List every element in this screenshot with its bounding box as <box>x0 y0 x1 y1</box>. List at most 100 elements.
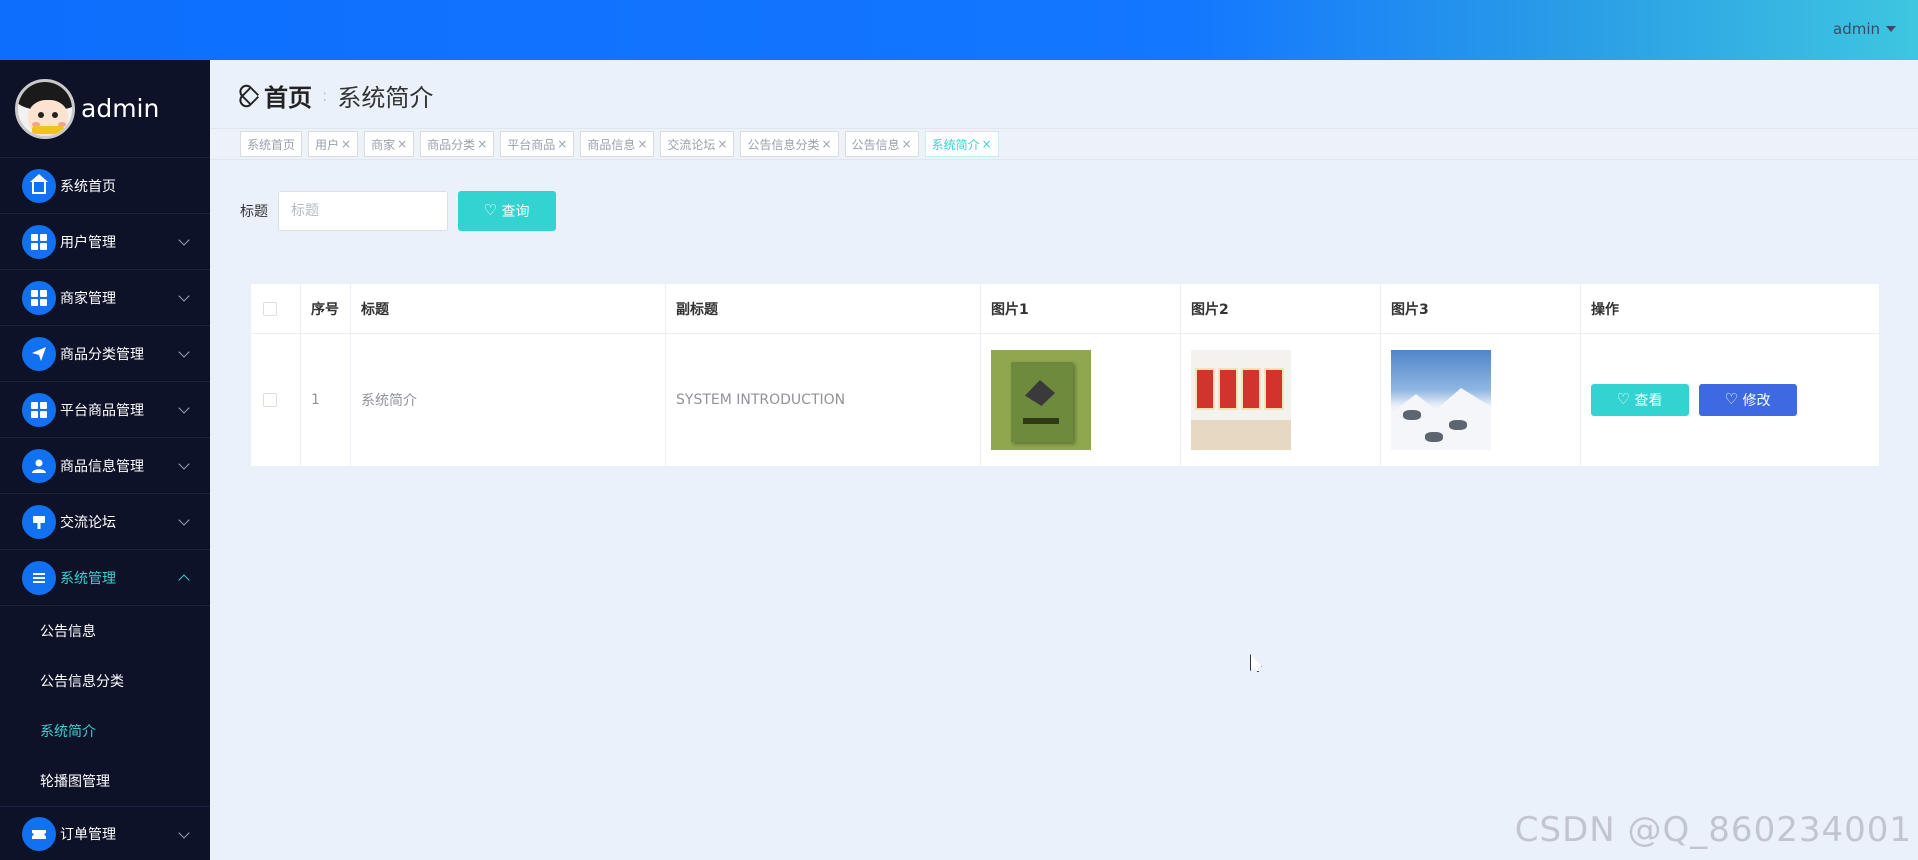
tab-label: 交流论坛 <box>667 137 716 152</box>
tab-users[interactable]: 用户 × <box>308 131 359 157</box>
sidebar-subitem-carousel[interactable]: 轮播图管理 <box>0 756 210 806</box>
select-all-cell <box>251 284 301 333</box>
select-cell <box>251 334 301 466</box>
sidebar-item-home[interactable]: 系统首页 <box>0 158 210 214</box>
ticket-icon <box>22 817 56 851</box>
top-bar: admin <box>0 0 1918 60</box>
close-icon[interactable]: × <box>902 137 912 151</box>
view-button-label: 查看 <box>1634 393 1663 409</box>
image2-thumbnail[interactable] <box>1191 350 1291 450</box>
close-icon[interactable]: × <box>822 137 832 151</box>
table-row: 1 系统简介 SYSTEM INTRODUCTION ♡ 查看 ♡ 修改 <box>251 334 1879 466</box>
sidebar: admin 系统首页 用户管理 商家管理 商品分类管理 平台商品管理 商品信息管… <box>0 60 210 860</box>
tab-system-home[interactable]: 系统首页 <box>240 131 303 157</box>
tab-categories[interactable]: 商品分类 × <box>420 131 495 157</box>
tab-forum[interactable]: 交流论坛 × <box>660 131 735 157</box>
sidebar-subitem-announcement-categories[interactable]: 公告信息分类 <box>0 656 210 706</box>
actions-cell: 查看 修改 <box>1581 334 1879 466</box>
row-checkbox[interactable] <box>263 393 277 407</box>
sidebar-item-forum[interactable]: 交流论坛 <box>0 494 210 550</box>
close-icon[interactable]: × <box>341 137 351 151</box>
user-icon <box>22 448 56 483</box>
tab-announcement-categories[interactable]: 公告信息分类 × <box>740 131 839 157</box>
profile-name: admin <box>81 94 160 123</box>
image1-thumbnail[interactable] <box>991 350 1091 450</box>
edit-button[interactable]: 修改 <box>1699 384 1797 416</box>
search-bar: 标题 查询 <box>240 191 556 231</box>
close-icon[interactable]: × <box>557 137 567 151</box>
sidebar-item-label: 商品分类管理 <box>60 346 144 363</box>
search-label: 标题 <box>240 204 268 220</box>
close-icon[interactable]: × <box>637 137 647 151</box>
tab-label: 商品分类 <box>427 137 476 152</box>
sidebar-item-system[interactable]: 系统管理 <box>0 550 210 606</box>
column-header: 图片3 <box>1381 284 1581 333</box>
image1-cell <box>981 334 1181 466</box>
grid-icon <box>22 280 56 315</box>
user-menu[interactable]: admin <box>1833 20 1896 38</box>
sidebar-subitem-system-intro[interactable]: 系统简介 <box>0 706 210 756</box>
chevron-down-icon <box>178 458 190 470</box>
heart-icon <box>1725 390 1738 408</box>
heart-icon <box>1617 390 1630 408</box>
tab-label: 用户 <box>315 137 340 152</box>
sidebar-item-label: 商家管理 <box>60 290 116 307</box>
breadcrumb-separator: : <box>322 86 328 105</box>
column-header: 操作 <box>1591 301 1619 318</box>
chevron-down-icon <box>178 234 190 246</box>
tab-label: 公告信息 <box>851 137 900 152</box>
tab-product-info[interactable]: 商品信息 × <box>580 131 655 157</box>
close-icon[interactable]: × <box>397 137 407 151</box>
tab-bar: 系统首页 用户 × 商家 × 商品分类 × 平台商品 × 商品信息 × 交流论坛 × 公告信… <box>210 128 1918 160</box>
row-index: 1 <box>301 334 351 466</box>
tab-system-intro[interactable]: 系统简介 × <box>924 131 999 157</box>
breadcrumb-current: 系统简介 <box>337 84 434 112</box>
tab-announcements[interactable]: 公告信息 × <box>844 131 919 157</box>
sidebar-subitem-announcements[interactable]: 公告信息 <box>0 606 210 656</box>
tab-label: 公告信息分类 <box>747 137 820 152</box>
tab-merchants[interactable]: 商家 × <box>364 131 415 157</box>
view-button[interactable]: 查看 <box>1591 384 1689 416</box>
watermark: CSDN @Q_860234001 <box>1514 810 1912 850</box>
sidebar-item-merchants[interactable]: 商家管理 <box>0 270 210 326</box>
query-button-label: 查询 <box>501 204 530 220</box>
sidebar-item-platform-products[interactable]: 平台商品管理 <box>0 382 210 438</box>
close-icon[interactable]: × <box>717 137 727 151</box>
sidebar-item-orders[interactable]: 订单管理 <box>0 806 210 860</box>
sidebar-item-users[interactable]: 用户管理 <box>0 214 210 270</box>
breadcrumb-home[interactable]: 首页 <box>264 78 312 113</box>
heart-icon <box>232 83 257 108</box>
tab-label: 商家 <box>371 137 396 152</box>
sidebar-item-product-info[interactable]: 商品信息管理 <box>0 438 210 494</box>
sidebar-item-label: 商品信息管理 <box>60 458 144 475</box>
close-icon[interactable]: × <box>477 137 487 151</box>
list-icon <box>22 560 56 595</box>
close-icon[interactable]: × <box>982 137 992 151</box>
image3-thumbnail[interactable] <box>1391 350 1491 450</box>
row-title: 系统简介 <box>351 334 666 466</box>
main-content: 首页 : 系统简介 系统首页 用户 × 商家 × 商品分类 × 平台商品 × 商品信息 ×… <box>210 60 1918 860</box>
column-header: 标题 <box>351 284 666 333</box>
title-search-input[interactable] <box>278 191 448 231</box>
breadcrumb: 首页 : 系统简介 <box>232 78 433 113</box>
image3-cell <box>1381 334 1581 466</box>
tab-label: 系统简介 <box>931 137 980 152</box>
chevron-down-icon <box>178 402 190 414</box>
tab-label: 平台商品 <box>507 137 556 152</box>
column-header: 图片2 <box>1181 284 1381 333</box>
tab-platform-products[interactable]: 平台商品 × <box>500 131 575 157</box>
column-header: 图片1 <box>981 284 1181 333</box>
home-icon <box>22 168 56 203</box>
image2-cell <box>1181 334 1381 466</box>
tab-label: 商品信息 <box>587 137 636 152</box>
grid-icon <box>22 224 56 259</box>
brush-icon <box>22 504 56 539</box>
row-subtitle: SYSTEM INTRODUCTION <box>666 334 981 466</box>
paper-plane-icon <box>22 336 56 371</box>
profile: admin <box>0 60 210 158</box>
data-table: 序号 标题 副标题 图片1 图片2 图片3 操作 1 系统简介 SYSTEM I… <box>250 283 1880 467</box>
sidebar-item-categories[interactable]: 商品分类管理 <box>0 326 210 382</box>
query-button[interactable]: 查询 <box>458 191 556 231</box>
table-header: 序号 标题 副标题 图片1 图片2 图片3 操作 <box>251 284 1879 334</box>
select-all-checkbox[interactable] <box>263 301 277 316</box>
